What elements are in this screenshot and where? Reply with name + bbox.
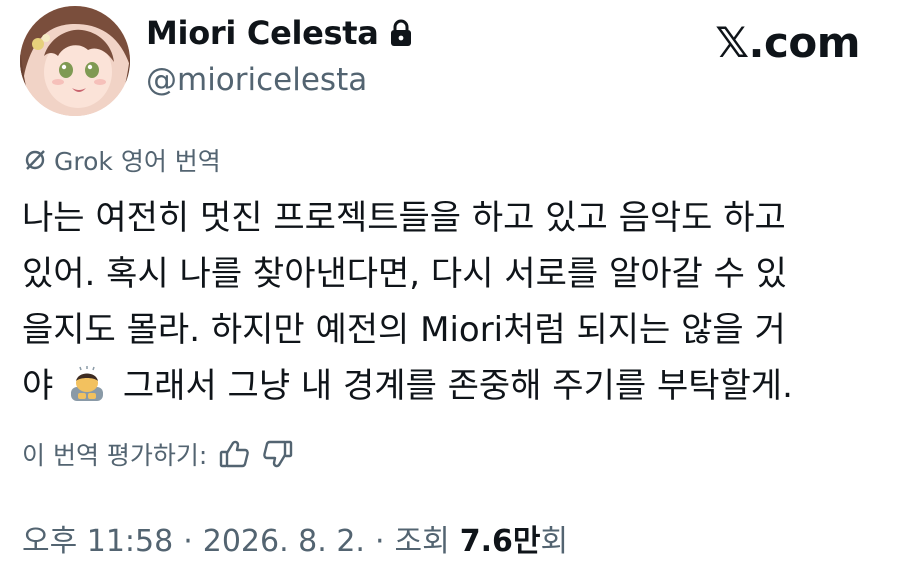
avatar[interactable] xyxy=(20,6,130,116)
views-label: 조회 xyxy=(394,524,450,559)
tweet-line-3: 을지도 몰라. 하지만 예전의 Miori처럼 되지는 않을 거 xyxy=(22,310,786,350)
tweet-page: Miori Celesta @mioricelesta 𝕏.com Grok 영… xyxy=(0,0,900,572)
translation-rating: 이 번역 평가하기: xyxy=(22,436,295,472)
tweet-line-4-start: 야 xyxy=(22,366,54,406)
tweet-line-4: 야 그래서 그냥 내 경계를 존중해 주기를 부탁할게. xyxy=(22,358,878,414)
tweet-line-2: 있어. 혹시 나를 찾아낸다면, 다시 서로를 알아갈 수 있 xyxy=(22,254,787,294)
thumbs-up-icon[interactable] xyxy=(217,437,251,471)
user-handle[interactable]: @mioricelesta xyxy=(146,62,367,98)
lock-icon xyxy=(390,19,411,46)
display-name-text: Miori Celesta xyxy=(146,14,379,52)
avatar-image xyxy=(20,6,130,116)
views-count: 7.6만회 xyxy=(460,516,568,560)
tweet-time[interactable]: 오후 11:58 xyxy=(22,516,173,560)
rating-label: 이 번역 평가하기: xyxy=(22,441,208,470)
x-logo: 𝕏.com xyxy=(715,18,860,67)
separator-dot: · xyxy=(374,524,385,559)
grok-translation-label: Grok 영어 번역 xyxy=(22,142,221,178)
grok-translation-text: Grok 영어 번역 xyxy=(54,147,221,176)
person-bowing-emoji xyxy=(71,366,104,401)
tweet-date[interactable]: 2026. 8. 2. xyxy=(203,524,365,559)
tweet-line-1: 나는 여전히 멋진 프로젝트들을 하고 있고 음악도 하고 xyxy=(22,198,786,238)
tweet-metadata: 오후 11:58 · 2026. 8. 2. · 조회 7.6만회 xyxy=(22,516,568,560)
separator-dot: · xyxy=(183,524,193,559)
grok-icon xyxy=(25,150,45,170)
views-suffix: 회 xyxy=(540,524,569,559)
tweet-text: 나는 여전히 멋진 프로젝트들을 하고 있고 음악도 하고 있어. 혹시 나를 … xyxy=(22,190,878,414)
tweet-line-4-end: 그래서 그냥 내 경계를 존중해 주기를 부탁할게. xyxy=(122,366,793,406)
views-number: 7.6만 xyxy=(459,524,541,559)
display-name[interactable]: Miori Celesta xyxy=(146,14,413,52)
thumbs-down-icon[interactable] xyxy=(261,437,295,471)
